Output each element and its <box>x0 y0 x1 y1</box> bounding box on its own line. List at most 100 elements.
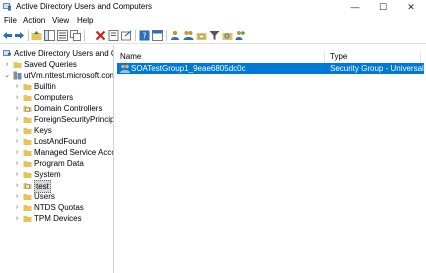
up-folder-icon[interactable] <box>31 30 42 41</box>
tree-item-label: LostAndFound <box>34 137 87 146</box>
details-pane[interactable]: Name Type SOATestGroup1_9eae6805dc0c Sec… <box>115 45 426 273</box>
tree-item-ntds-quotas[interactable]: › NTDS Quotas <box>0 202 113 213</box>
list-header: Name Type <box>115 51 426 63</box>
tree-item-managed-service-accounts[interactable]: › Managed Service Accounts <box>0 147 113 158</box>
properties-icon[interactable] <box>108 30 119 41</box>
forward-arrow-icon[interactable] <box>14 30 25 41</box>
menu-help[interactable]: Help <box>77 15 93 26</box>
ad-users-computers-app-icon <box>3 3 12 11</box>
chevron-right-icon[interactable]: › <box>14 136 20 147</box>
ad-users-computers-icon <box>3 50 12 56</box>
title-bar: Active Directory Users and Computers — ☐… <box>0 0 426 14</box>
chevron-right-icon[interactable]: › <box>14 169 20 180</box>
chevron-right-icon[interactable]: › <box>14 202 20 213</box>
folder-icon <box>23 172 32 178</box>
folder-icon <box>23 161 32 167</box>
tree-item-builtin[interactable]: › Builtin <box>0 81 113 92</box>
folder-icon <box>23 84 32 90</box>
toolbar-separator <box>84 30 85 41</box>
tree-item-computers[interactable]: › Computers <box>0 92 113 103</box>
column-divider[interactable] <box>420 51 421 63</box>
tree-item-keys[interactable]: › Keys <box>0 125 113 136</box>
find-icon[interactable] <box>222 30 233 41</box>
console-tree[interactable]: Active Directory Users and Com › Saved Q… <box>0 45 114 273</box>
new-group-icon[interactable] <box>183 30 194 41</box>
tree-item-program-data[interactable]: › Program Data <box>0 158 113 169</box>
filter-icon[interactable] <box>209 30 220 41</box>
chevron-right-icon[interactable]: › <box>14 180 20 191</box>
tree-item-domain[interactable]: ⌄ utVm.nttest.microsoft.com <box>0 70 114 81</box>
chevron-right-icon[interactable]: › <box>14 147 20 158</box>
toolbar-separator <box>166 30 167 41</box>
menu-view[interactable]: View <box>52 15 69 26</box>
chevron-right-icon[interactable]: › <box>4 59 10 70</box>
tree-item-lostandfound[interactable]: › LostAndFound <box>0 136 113 147</box>
window-title: Active Directory Users and Computers <box>16 2 153 11</box>
tree-item-foreignsecurityprincipals[interactable]: › ForeignSecurityPrincipals <box>0 114 113 125</box>
tree-item-label: Managed Service Accounts <box>34 148 113 157</box>
details-icon[interactable] <box>57 30 68 41</box>
tree-item-label: Active Directory Users and Com <box>14 49 113 58</box>
new-ou-icon[interactable] <box>196 30 207 41</box>
column-divider[interactable] <box>324 51 325 63</box>
close-button[interactable]: ✕ <box>397 0 425 14</box>
chevron-right-icon[interactable]: › <box>14 92 20 103</box>
tree-item-label: utVm.nttest.microsoft.com <box>24 71 114 80</box>
folder-icon <box>23 150 32 156</box>
group-icon <box>120 64 130 73</box>
folder-icon <box>23 128 32 134</box>
chevron-right-icon[interactable]: › <box>14 103 20 114</box>
export-icon[interactable] <box>121 30 132 41</box>
add-to-group-icon[interactable] <box>235 30 246 41</box>
tree-item-label: Computers <box>34 93 74 102</box>
tree-item-label: Keys <box>34 126 52 135</box>
list-item[interactable]: SOATestGroup1_9eae6805dc0c Security Grou… <box>117 63 424 74</box>
toolbar-separator <box>135 30 136 41</box>
chevron-right-icon[interactable]: › <box>14 81 20 92</box>
column-header-type[interactable]: Type <box>330 51 347 63</box>
tree-item-tpm-devices[interactable]: › TPM Devices <box>0 213 113 224</box>
copy-icon[interactable] <box>70 30 81 41</box>
folder-icon <box>23 139 32 145</box>
help-icon[interactable]: ? <box>139 30 150 41</box>
folder-icon <box>23 194 32 200</box>
folder-icon <box>23 117 32 123</box>
chevron-right-icon[interactable]: › <box>14 191 20 202</box>
svg-text:?: ? <box>142 32 146 41</box>
tree-item-domain-controllers[interactable]: › Domain Controllers <box>0 103 113 114</box>
show-console-tree-icon[interactable] <box>44 30 55 41</box>
tree-item-system[interactable]: › System <box>0 169 113 180</box>
tree-item-users[interactable]: › Users <box>0 191 113 202</box>
tree-item-label: Builtin <box>34 82 56 91</box>
menu-file[interactable]: File <box>4 15 17 26</box>
minimize-button[interactable]: — <box>341 0 369 14</box>
ou-icon <box>23 183 32 189</box>
ou-icon <box>23 106 32 112</box>
chevron-right-icon[interactable]: › <box>14 158 20 169</box>
back-arrow-icon[interactable] <box>2 30 13 41</box>
tree-item-test[interactable]: › test <box>0 180 113 193</box>
chevron-right-icon[interactable]: › <box>14 213 20 224</box>
tree-item-saved-queries[interactable]: › Saved Queries <box>0 59 113 70</box>
maximize-button[interactable]: ☐ <box>369 0 397 14</box>
list-item-name: SOATestGroup1_9eae6805dc0c <box>131 64 246 73</box>
folder-icon <box>23 205 32 211</box>
chevron-right-icon[interactable]: › <box>14 114 20 125</box>
domain-icon <box>13 71 22 80</box>
delete-icon[interactable] <box>95 30 106 41</box>
chevron-right-icon[interactable]: › <box>14 125 20 136</box>
column-header-name[interactable]: Name <box>120 51 141 63</box>
menu-bar: File Action View Help <box>0 14 426 27</box>
console-icon[interactable] <box>152 30 163 41</box>
folder-icon <box>13 62 22 68</box>
menu-action[interactable]: Action <box>23 15 45 26</box>
new-user-icon[interactable] <box>170 30 181 41</box>
folder-icon <box>23 95 32 101</box>
toolbar-separator <box>28 30 29 41</box>
folder-icon <box>23 216 32 222</box>
tree-item-label: Saved Queries <box>24 60 77 69</box>
tree-item-label: System <box>34 170 61 179</box>
list-item-type: Security Group - Universal <box>330 64 424 73</box>
chevron-down-icon[interactable]: ⌄ <box>4 70 10 81</box>
tree-item-root[interactable]: Active Directory Users and Com <box>0 48 113 59</box>
